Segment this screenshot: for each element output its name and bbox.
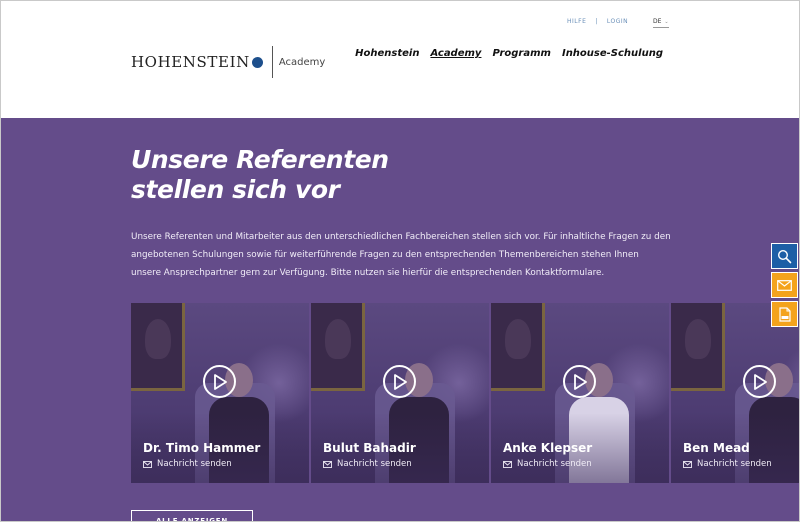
pdf-icon	[778, 306, 791, 322]
chevron-down-icon: ⌄	[664, 18, 669, 25]
speaker-card[interactable]: Anke Klepser Nachricht senden	[491, 303, 669, 483]
mail-tab[interactable]	[771, 272, 798, 298]
painting-image	[491, 303, 545, 391]
play-icon[interactable]	[383, 365, 416, 398]
send-message-label: Nachricht senden	[157, 459, 232, 469]
send-message-label: Nachricht senden	[337, 459, 412, 469]
search-tab[interactable]	[771, 243, 798, 269]
play-icon[interactable]	[203, 365, 236, 398]
send-message-label: Nachricht senden	[697, 459, 772, 469]
logo-divider	[271, 46, 273, 78]
painting-image	[311, 303, 365, 391]
utility-links: HILFE | LOGIN	[567, 18, 628, 25]
send-message-label: Nachricht senden	[517, 459, 592, 469]
speaker-name: Dr. Timo Hammer	[143, 441, 261, 455]
speaker-name: Anke Klepser	[503, 441, 593, 455]
login-link[interactable]: LOGIN	[607, 18, 628, 25]
logo[interactable]: HOHENSTEIN Academy	[131, 46, 325, 78]
speaker-card[interactable]: Dr. Timo Hammer Nachricht senden	[131, 303, 309, 483]
intro-text: Unsere Referenten und Mitarbeiter aus de…	[131, 232, 671, 278]
speaker-name: Ben Mead	[683, 441, 750, 455]
send-message-link[interactable]: Nachricht senden	[503, 459, 592, 469]
show-all-button[interactable]: ALLE ANZEIGEN	[131, 510, 253, 521]
speaker-card[interactable]: Bulut Bahadir Nachricht senden	[311, 303, 489, 483]
nav-item-inhouse-schulung[interactable]: Inhouse-Schulung	[562, 48, 663, 59]
speaker-name: Bulut Bahadir	[323, 441, 416, 455]
painting-image	[671, 303, 725, 391]
mail-icon	[143, 460, 152, 468]
page-title-line2: stellen sich vor	[131, 175, 340, 204]
mail-icon	[503, 460, 512, 468]
hero-section: Unsere Referenten stellen sich vor Unser…	[1, 118, 799, 521]
nav-item-programm[interactable]: Programm	[492, 48, 551, 59]
page-title-line1: Unsere Referenten	[131, 145, 389, 174]
send-message-link[interactable]: Nachricht senden	[143, 459, 232, 469]
page-title: Unsere Referenten stellen sich vor	[131, 145, 511, 205]
speaker-card[interactable]: Ben Mead Nachricht senden	[671, 303, 799, 483]
language-label: DE	[653, 18, 662, 25]
nav-item-hohenstein[interactable]: Hohenstein	[355, 48, 419, 59]
mail-icon	[777, 279, 792, 291]
logo-subtitle: Academy	[278, 56, 326, 68]
play-icon[interactable]	[563, 365, 596, 398]
send-message-link[interactable]: Nachricht senden	[323, 459, 412, 469]
painting-image	[131, 303, 185, 391]
play-icon[interactable]	[743, 365, 776, 398]
pdf-tab[interactable]	[771, 301, 798, 327]
site-header: HILFE | LOGIN DE ⌄ HOHENSTEIN Academy Ho…	[1, 1, 799, 118]
search-icon	[777, 249, 792, 263]
mail-icon	[323, 460, 332, 468]
logo-dot-icon	[251, 56, 263, 68]
utility-separator: |	[595, 18, 598, 25]
nav-item-academy[interactable]: Academy	[430, 48, 481, 59]
language-select[interactable]: DE ⌄	[653, 18, 669, 28]
main-nav: Hohenstein Academy Programm Inhouse-Schu…	[355, 48, 663, 59]
side-tabs	[771, 243, 798, 327]
speaker-list: Dr. Timo Hammer Nachricht senden Bulut B…	[131, 303, 799, 483]
page: HILFE | LOGIN DE ⌄ HOHENSTEIN Academy Ho…	[0, 0, 800, 522]
logo-wordmark: HOHENSTEIN	[131, 53, 250, 71]
help-link[interactable]: HILFE	[567, 18, 586, 25]
mail-icon	[683, 460, 692, 468]
send-message-link[interactable]: Nachricht senden	[683, 459, 772, 469]
